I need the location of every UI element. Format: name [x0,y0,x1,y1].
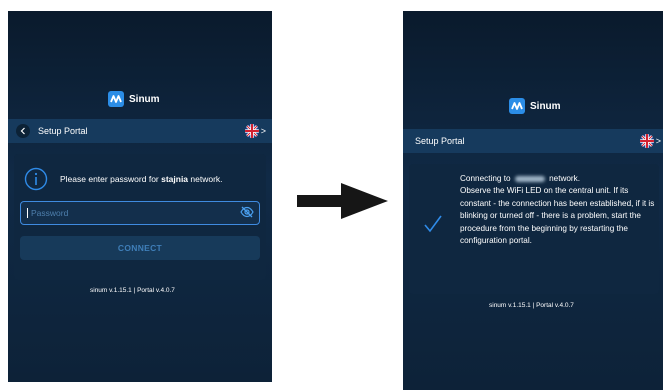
password-card: Please enter password for stajnia networ… [14,154,266,280]
status-message: Connecting to network. Observe the WiFi … [460,174,655,246]
brand-name: Sinum [129,93,160,105]
page-title: Setup Portal [415,136,465,146]
language-selector[interactable]: > [639,134,661,148]
password-input[interactable] [29,207,233,219]
password-prompt: Please enter password for stajnia networ… [60,174,223,184]
back-icon [20,127,25,135]
language-selector[interactable]: > [244,124,266,138]
network-name: stajnia [161,174,189,184]
info-row: Please enter password for stajnia networ… [24,167,223,191]
info-icon [24,167,48,191]
setup-portal-connecting-screen: Sinum Setup Portal > Connecting to netwo… [403,11,663,390]
back-button[interactable] [16,124,30,138]
text-caret [27,208,28,218]
chevron-right-icon: > [655,136,661,146]
uk-flag-icon [244,124,259,138]
setup-portal-password-screen: Sinum Setup Portal > Please enter passwo… [8,11,272,382]
sinum-logo: Sinum [108,91,160,107]
sinum-logo-icon [108,91,124,107]
chevron-right-icon: > [260,126,266,136]
brand-name: Sinum [530,100,561,112]
version-label: sinum v.1.15.1 | Portal v.4.0.7 [489,302,574,309]
page-title: Setup Portal [38,126,88,136]
blurred-network-name [514,175,545,182]
uk-flag-icon [639,134,654,148]
header-bar: Setup Portal > [8,119,272,143]
version-label: sinum v.1.15.1 | Portal v.4.0.7 [90,287,175,294]
password-field[interactable] [20,201,260,225]
connect-button[interactable]: CONNECT [20,236,260,260]
status-card: Connecting to network. Observe the WiFi … [409,164,659,294]
eye-off-icon[interactable] [240,206,254,218]
status-body: Observe the WiFi LED on the central unit… [460,186,655,246]
sinum-logo: Sinum [509,98,561,114]
sinum-logo-icon [509,98,525,114]
header-bar: Setup Portal > [403,129,663,153]
right-arrow-icon [297,183,388,219]
checkmark-icon [424,215,442,233]
